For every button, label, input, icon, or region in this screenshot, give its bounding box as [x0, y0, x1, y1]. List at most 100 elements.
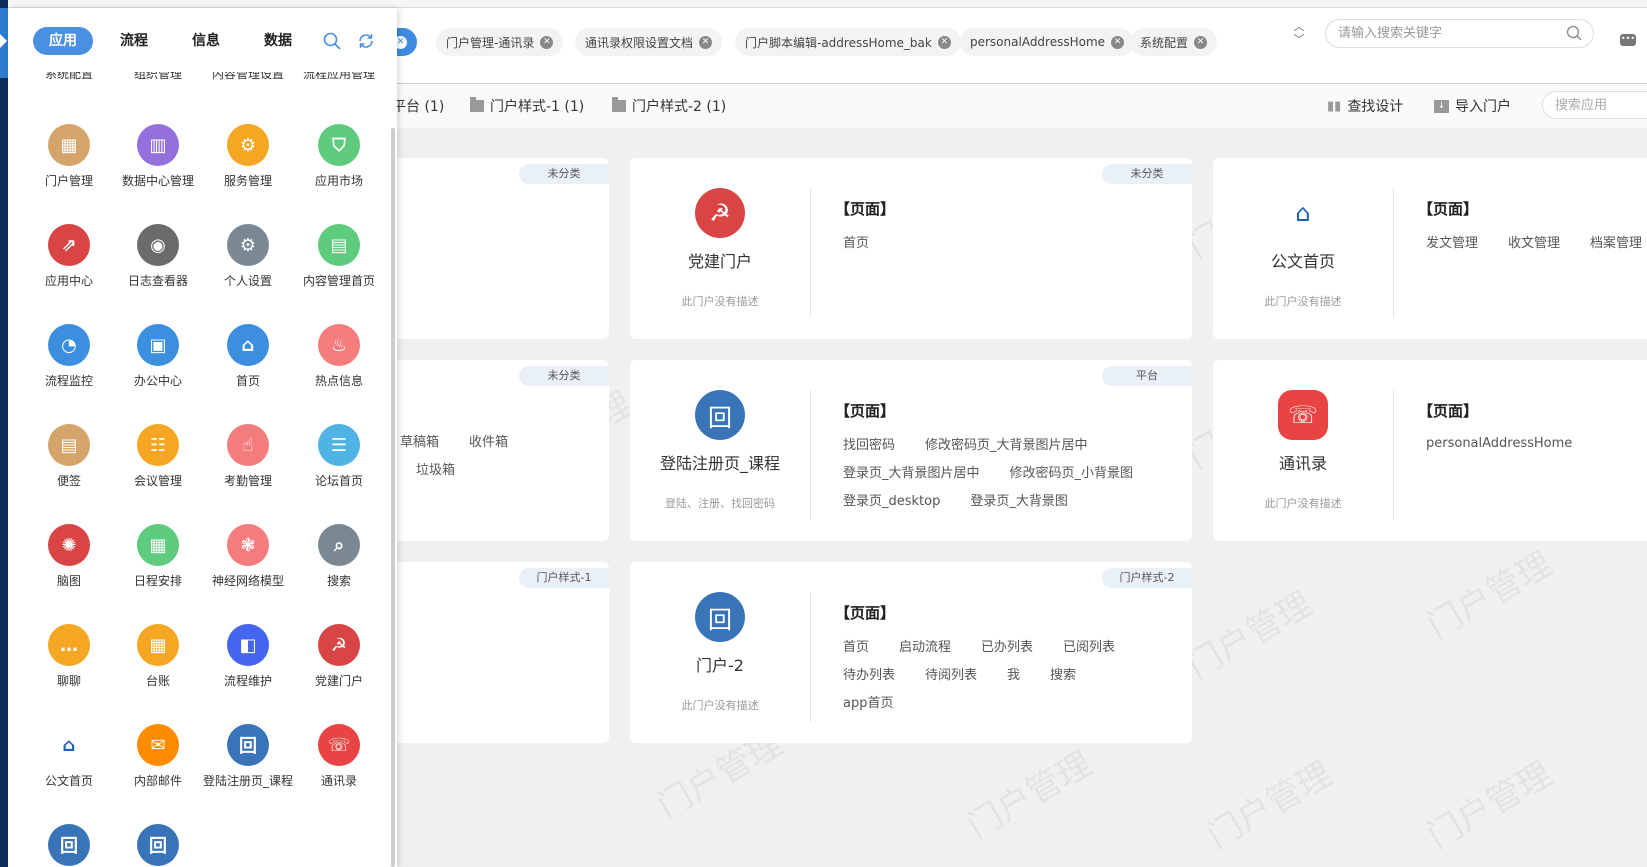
refresh-icon[interactable] — [357, 32, 375, 50]
app-item[interactable]: ▦ 门户管理 — [24, 124, 114, 189]
global-search-input[interactable] — [1325, 19, 1594, 48]
import-portal-label: 导入门户 — [1455, 99, 1511, 115]
page-link[interactable]: 待阅列表 — [925, 664, 977, 683]
app-item[interactable]: ⌂ 首页 — [203, 324, 293, 389]
tab-3[interactable]: 门户脚本编辑-addressHome_bak ✕ — [735, 28, 961, 56]
page-link[interactable]: 发文管理 — [1426, 232, 1478, 251]
page-link[interactable]: 档案管理 — [1590, 232, 1642, 251]
category-platform[interactable]: 平台 (1) — [392, 96, 444, 116]
portal-card[interactable]: ☏ 通讯录 此门户没有描述 【页面】 personalAddressHome — [1213, 360, 1647, 541]
page-link[interactable]: personalAddressHome — [1426, 436, 1572, 451]
page-link[interactable]: 待办列表 — [843, 664, 895, 683]
panel-scrollbar[interactable] — [391, 128, 395, 867]
panel-tab-info[interactable]: 信息 — [176, 27, 236, 55]
app-item[interactable]: ⌕ 搜索 — [294, 524, 384, 589]
portal-card[interactable]: 未分类 ☭ 党建门户 此门户没有描述 【页面】 首页 — [630, 158, 1192, 339]
app-item[interactable]: ❃ 神经网络模型 — [203, 524, 293, 589]
page-row: app首页 — [835, 687, 1182, 715]
portal-card[interactable]: 门户样式-2 回门户-2 此门户没有描述 【页面】 首页 启动流程 已办列表 已阅列表 待办列表… — [630, 562, 1192, 743]
app-item[interactable]: ✺ 脑图 — [24, 524, 114, 589]
app-item[interactable]: 回登陆注册页_课程 — [203, 724, 293, 789]
app-item[interactable]: ▦ 台账 — [113, 624, 203, 689]
app-item[interactable]: ☰ 论坛首页 — [294, 424, 384, 489]
app-item[interactable]: ✉ 内部邮件 — [113, 724, 203, 789]
page-link[interactable]: 垃圾箱 — [416, 459, 455, 478]
app-item[interactable]: ▦ 日程安排 — [113, 524, 203, 589]
tab-4[interactable]: personalAddressHome ✕ — [960, 28, 1135, 56]
folder-icon — [612, 97, 626, 112]
page-link[interactable]: 登录页_大背景图 — [970, 490, 1068, 509]
page-row: 待办列表 待阅列表 我 搜索 — [835, 659, 1182, 687]
app-item[interactable]: ◔ 流程监控 — [24, 324, 114, 389]
app-label-partial[interactable]: 组织管理 — [113, 72, 203, 81]
portal-card[interactable]: ⌂ 公文首页 此门户没有描述 【页面】 发文管理 收文管理 档案管理 — [1213, 158, 1647, 339]
category-style-2[interactable]: 门户样式-2 (1) — [612, 96, 726, 116]
app-search-input[interactable] — [1542, 91, 1647, 119]
app-item[interactable]: ⛉ 应用市场 — [294, 124, 384, 189]
portal-card[interactable]: 未分类 — [380, 158, 609, 339]
app-item[interactable]: ♨ 热点信息 — [294, 324, 384, 389]
app-item[interactable]: ☷ 会议管理 — [113, 424, 203, 489]
search-icon[interactable] — [323, 32, 341, 50]
category-style-1[interactable]: 门户样式-1 (1) — [470, 96, 584, 116]
portal-card[interactable]: 平台回登陆注册页_课程 登陆、注册、找回密码 【页面】 找回密码 修改密码页_大背景图片… — [630, 360, 1192, 541]
page-link[interactable]: 首页 — [843, 232, 869, 251]
portal-icon: 回 — [695, 592, 745, 642]
app-item[interactable]: … 聊聊 — [24, 624, 114, 689]
app-item[interactable]: 回 — [113, 824, 203, 866]
app-item[interactable]: ⚙ 服务管理 — [203, 124, 293, 189]
app-label: 登陆注册页_课程 — [203, 774, 294, 788]
app-item[interactable]: ◉ 日志查看器 — [113, 224, 203, 289]
page-link[interactable]: 搜索 — [1050, 664, 1076, 683]
app-label: 脑图 — [56, 574, 81, 588]
divider — [810, 592, 811, 722]
app-item[interactable]: ⚙ 个人设置 — [203, 224, 293, 289]
portal-card[interactable]: 门户样式-1 — [380, 562, 609, 743]
app-label-partial[interactable]: 系统配置 — [24, 72, 114, 81]
page-link[interactable]: 我 — [1007, 664, 1020, 683]
chat-icon[interactable]: ••• — [1620, 34, 1636, 46]
search-icon[interactable] — [1566, 25, 1582, 41]
app-item[interactable]: ⇗ 应用中心 — [24, 224, 114, 289]
app-item[interactable]: ▤ 内容管理首页 — [294, 224, 384, 289]
app-item[interactable]: ☭ 党建门户 — [294, 624, 384, 689]
close-icon[interactable]: ✕ — [937, 35, 951, 49]
app-label-partial[interactable]: 内容管理设置 — [203, 72, 293, 81]
page-link[interactable]: 登录页_大背景图片居中 — [843, 462, 980, 481]
app-item[interactable]: ▥ 数据中心管理 — [113, 124, 203, 189]
tab-scroll-arrows[interactable]: ︿ ﹀ — [1292, 20, 1306, 46]
app-item[interactable]: ☏ 通讯录 — [294, 724, 384, 789]
app-label-partial[interactable]: 流程应用管理 — [294, 72, 384, 81]
page-link[interactable]: 修改密码页_小背景图 — [1010, 462, 1134, 481]
panel-tab-process[interactable]: 流程 — [104, 27, 164, 55]
panel-tab-apps[interactable]: 应用 — [33, 27, 93, 55]
import-portal-button[interactable]: ↓ 导入门户 — [1434, 96, 1511, 116]
app-item[interactable]: ☝ 考勤管理 — [203, 424, 293, 489]
close-icon[interactable]: ✕ — [1111, 35, 1125, 49]
page-link[interactable]: 收件箱 — [469, 431, 508, 450]
close-icon[interactable]: ✕ — [540, 35, 554, 49]
app-item[interactable]: ⌂ 公文首页 — [24, 724, 114, 789]
panel-tab-data[interactable]: 数据 — [248, 27, 308, 55]
tab-5[interactable]: 系统配置 ✕ — [1130, 28, 1218, 56]
page-link[interactable]: 找回密码 — [843, 434, 895, 453]
close-icon[interactable]: ✕ — [1194, 35, 1208, 49]
page-link[interactable]: 首页 — [843, 636, 869, 655]
portal-card[interactable]: 未分类 草稿箱 收件箱 垃圾箱 — [380, 360, 609, 541]
close-icon[interactable]: ✕ — [699, 35, 713, 49]
app-item[interactable]: ▣ 办公中心 — [113, 324, 203, 389]
app-item[interactable]: 回 — [24, 824, 114, 866]
find-design-button[interactable]: ▮▮ 查找设计 — [1327, 96, 1403, 116]
page-link[interactable]: app首页 — [843, 692, 893, 711]
page-link[interactable]: 收文管理 — [1508, 232, 1560, 251]
tab-1[interactable]: 门户管理-通讯录 ✕ — [436, 28, 564, 56]
page-link[interactable]: 修改密码页_大背景图片居中 — [925, 434, 1088, 453]
page-link[interactable]: 已办列表 — [981, 636, 1033, 655]
page-link[interactable]: 登录页_desktop — [843, 490, 940, 509]
app-item[interactable]: ▤ 便签 — [24, 424, 114, 489]
page-link[interactable]: 草稿箱 — [400, 431, 439, 450]
page-link[interactable]: 启动流程 — [899, 636, 951, 655]
tab-2[interactable]: 通讯录权限设置文档 ✕ — [575, 28, 723, 56]
page-link[interactable]: 已阅列表 — [1063, 636, 1115, 655]
app-item[interactable]: ◧ 流程维护 — [203, 624, 293, 689]
